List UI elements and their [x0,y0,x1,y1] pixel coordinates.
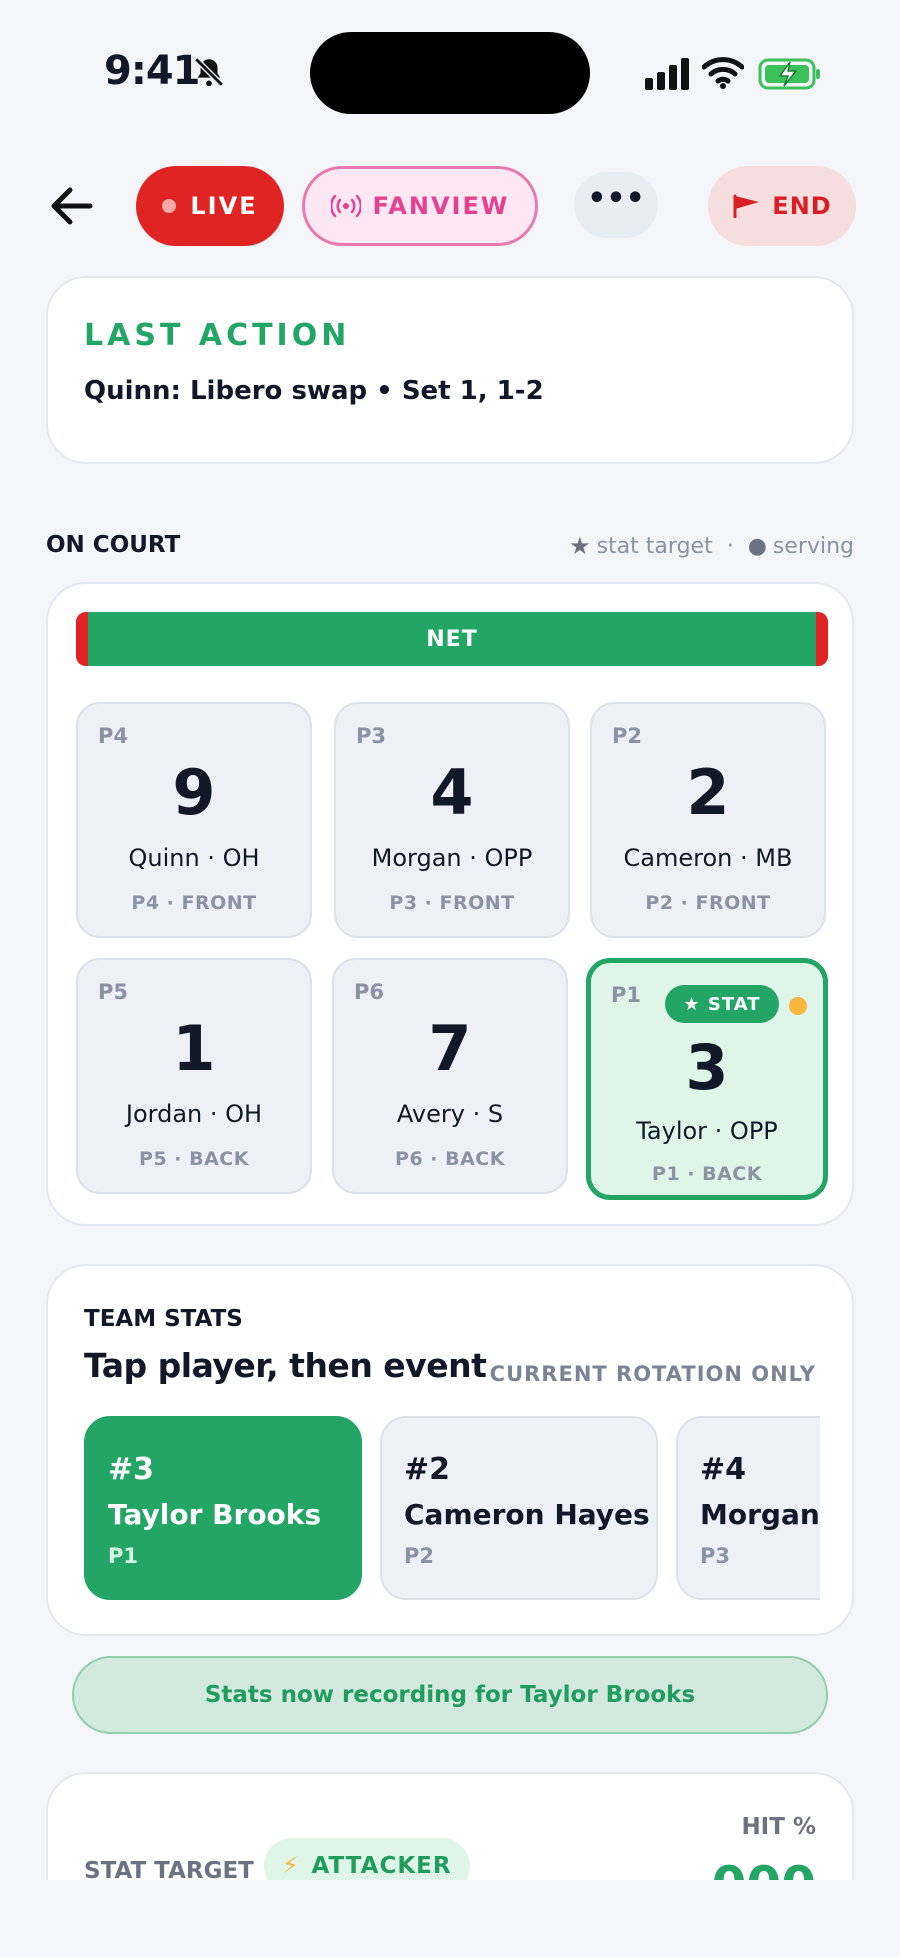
back-arrow-icon[interactable] [46,180,98,232]
tile-player-name: Avery · S [396,1100,504,1128]
status-bar: 9:41 [0,0,900,140]
player-number: #2 [404,1452,451,1487]
tile-row: P3 · FRONT [389,892,515,914]
player-number: #4 [700,1452,747,1487]
player-position: P3 [700,1544,731,1568]
more-options-button[interactable]: ••• [574,172,658,238]
team-stats-subtitle: CURRENT ROTATION ONLY [489,1362,816,1386]
tile-row: P5 · BACK [139,1148,249,1170]
tile-position: P1 [611,983,642,1007]
tile-position: P5 [98,980,129,1004]
live-button[interactable]: LIVE [136,166,284,246]
tile-jersey-number: 9 [172,756,216,829]
court-tile-p2[interactable]: P2 2 Cameron · MB P2 · FRONT [590,702,826,938]
tile-position: P2 [612,724,643,748]
team-stats-card: TEAM STATS Tap player, then event CURREN… [46,1264,854,1636]
fanview-button[interactable]: FANVIEW [302,166,538,246]
player-card[interactable]: #4 Morgan P3 [676,1416,820,1600]
last-action-text: Quinn: Libero swap • Set 1, 1-2 [84,376,544,406]
player-name: Cameron Hayes [404,1498,650,1531]
last-action-card: LAST ACTION Quinn: Libero swap • Set 1, … [46,276,854,464]
court-tile-p1-selected[interactable]: P1 ★ STAT 3 Taylor · OPP P1 · BACK [586,958,828,1200]
legend-stat-target: stat target [596,533,713,559]
tile-position: P3 [356,724,387,748]
stat-target-badge: ★ STAT [665,985,779,1023]
bell-muted-icon [194,57,224,87]
tile-row: P6 · BACK [395,1148,505,1170]
legend-separator: · [726,533,734,559]
court-tile-p3[interactable]: P3 4 Morgan · OPP P3 · FRONT [334,702,570,938]
player-number: #3 [108,1452,155,1487]
tile-jersey-number: 2 [686,756,730,829]
clock: 9:41 [104,48,200,94]
tile-position: P6 [354,980,385,1004]
tile-jersey-number: 7 [428,1012,472,1085]
end-label: END [772,192,832,220]
wifi-icon [702,57,744,89]
serving-indicator-icon [789,997,807,1015]
cellular-signal-icon [645,58,689,90]
last-action-title: LAST ACTION [84,318,351,353]
tile-row: P4 · FRONT [131,892,257,914]
tile-position: P4 [98,724,129,748]
end-match-button[interactable]: END [708,166,856,246]
court-legend: ★ stat target · ● serving [569,532,854,560]
tile-row: P1 · BACK [652,1163,762,1185]
court-tile-p5[interactable]: P5 1 Jordan · OH P5 · BACK [76,958,312,1194]
tile-player-name: Quinn · OH [128,844,260,872]
tile-jersey-number: 1 [172,1012,216,1085]
bottom-fade [0,1880,900,1957]
player-position: P2 [404,1544,435,1568]
star-icon: ★ [569,532,591,560]
team-stats-title: Tap player, then event [84,1346,487,1385]
net-bar: NET [76,612,828,666]
live-dot-icon [162,199,177,213]
legend-serving: serving [772,533,854,559]
player-name: Morgan [700,1498,820,1531]
dynamic-island [310,32,590,114]
tile-jersey-number: 4 [430,756,474,829]
live-label: LIVE [190,192,258,220]
tile-player-name: Taylor · OPP [636,1117,778,1145]
player-name: Taylor Brooks [108,1498,322,1531]
player-card[interactable]: #2 Cameron Hayes P2 [380,1416,658,1600]
tile-row: P2 · FRONT [645,892,771,914]
team-stats-label: TEAM STATS [84,1306,243,1332]
court-tile-p6[interactable]: P6 7 Avery · S P6 · BACK [332,958,568,1194]
tile-jersey-number: 3 [685,1031,729,1104]
battery-charging-icon [758,58,820,90]
tile-player-name: Morgan · OPP [371,844,533,872]
broadcast-icon [330,195,361,217]
on-court-label: ON COURT [46,532,181,558]
attacker-label: ATTACKER [311,1853,452,1879]
player-card-selected[interactable]: #3 Taylor Brooks P1 [84,1416,362,1600]
flag-icon [733,194,760,218]
tile-player-name: Cameron · MB [623,844,793,872]
player-position: P1 [108,1544,139,1568]
hit-percent-label: HIT % [741,1814,816,1840]
tile-player-name: Jordan · OH [125,1100,263,1128]
dot-icon: ● [747,533,767,559]
court-tile-p4[interactable]: P4 9 Quinn · OH P4 · FRONT [76,702,312,938]
fanview-label: FANVIEW [372,192,510,220]
recording-banner: Stats now recording for Taylor Brooks [72,1656,828,1734]
lightning-icon: ⚡ [282,1853,300,1879]
player-scroller[interactable]: #3 Taylor Brooks P1 #2 Cameron Hayes P2 … [84,1416,820,1602]
court-card: NET P4 9 Quinn · OH P4 · FRONT P3 4 Morg… [46,582,854,1226]
